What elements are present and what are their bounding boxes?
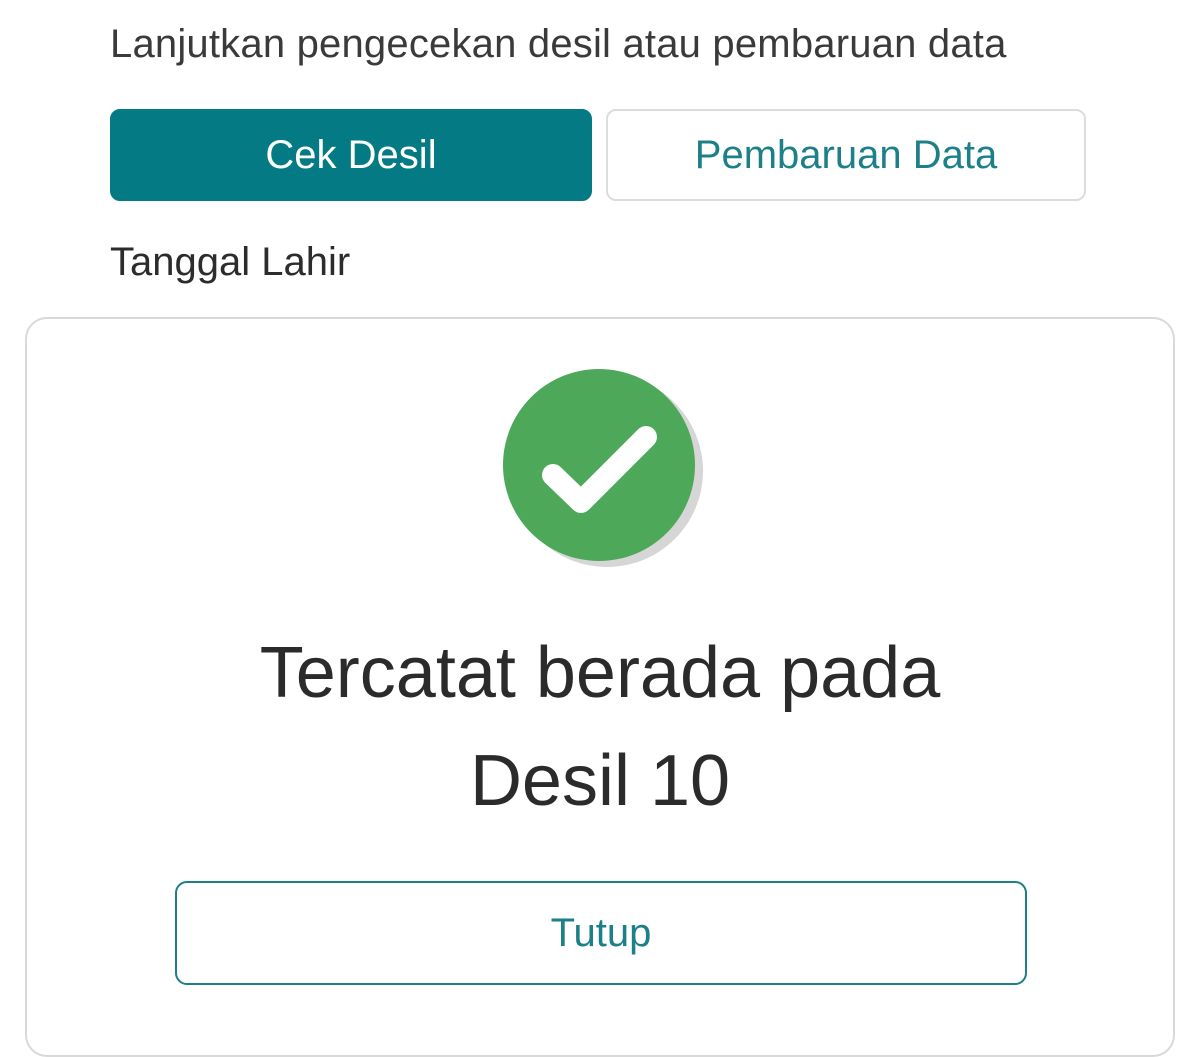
- result-line-1: Tercatat berada pada: [259, 633, 941, 713]
- instruction-text: Lanjutkan pengecekan desil atau pembarua…: [110, 22, 1007, 66]
- result-line-2: Desil 10: [469, 741, 731, 821]
- result-modal: Tercatat berada pada Desil 10 Tutup: [25, 317, 1175, 1057]
- check-circle-icon: [501, 367, 705, 571]
- close-button[interactable]: Tutup: [175, 881, 1027, 985]
- result-message: Tercatat berada pada Desil 10: [27, 619, 1173, 835]
- pembaruan-data-button[interactable]: Pembaruan Data: [606, 109, 1086, 201]
- cek-desil-button[interactable]: Cek Desil: [110, 109, 592, 201]
- date-of-birth-label: Tanggal Lahir: [110, 240, 351, 284]
